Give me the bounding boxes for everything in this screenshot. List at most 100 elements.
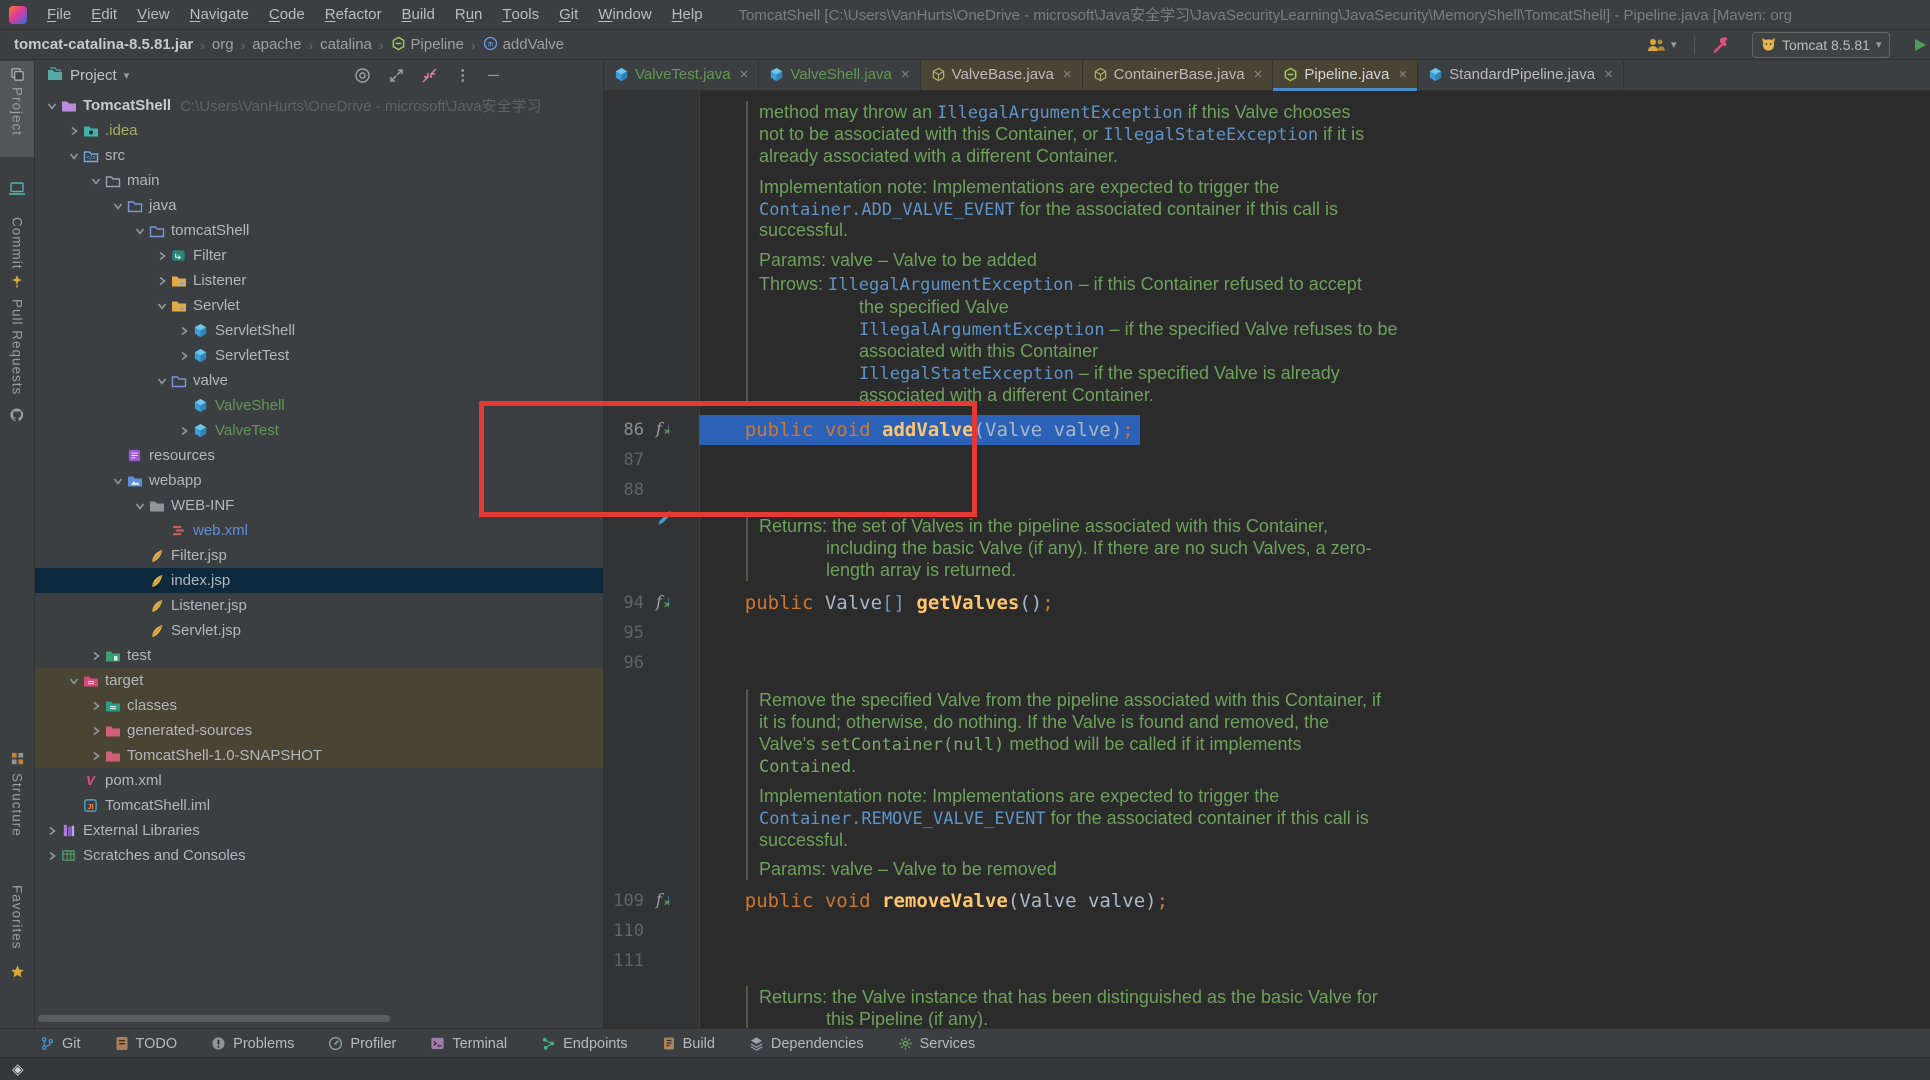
close-icon[interactable]: ×: [740, 67, 749, 82]
structure-icon[interactable]: [0, 751, 34, 766]
tree-item-valve[interactable]: valve: [35, 368, 603, 393]
breadcrumb-jar[interactable]: tomcat-catalina-8.5.81.jar: [14, 36, 193, 53]
chevron-down-icon[interactable]: [131, 498, 148, 513]
menu-help[interactable]: Help: [662, 0, 713, 29]
breadcrumb-package[interactable]: catalina: [320, 36, 372, 53]
tab-pipeline-java[interactable]: Pipeline.java×: [1273, 59, 1418, 90]
chevron-down-icon[interactable]: [109, 198, 126, 213]
tree-item-main[interactable]: main: [35, 168, 603, 193]
chevron-right-icon[interactable]: [87, 748, 104, 763]
toolwindow-button-profiler[interactable]: Profiler: [328, 1036, 396, 1052]
tree-item-webapp[interactable]: webapp: [35, 468, 603, 493]
chevron-down-icon[interactable]: [109, 473, 126, 488]
project-panel-title[interactable]: Project: [70, 67, 117, 84]
chevron-right-icon[interactable]: [87, 698, 104, 713]
tree-item-servlettest[interactable]: ServletTest: [35, 343, 603, 368]
run-button[interactable]: [1912, 30, 1928, 59]
tree-item-filter.jsp[interactable]: Filter.jsp: [35, 543, 603, 568]
chevron-down-icon[interactable]: [153, 298, 170, 313]
breadcrumb-package[interactable]: org: [212, 36, 234, 53]
chevron-right-icon[interactable]: [87, 648, 104, 663]
tool-stripe-pull-requests[interactable]: Pull Requests: [0, 299, 34, 395]
tool-stripe-structure[interactable]: Structure: [0, 773, 34, 837]
tree-item-resources[interactable]: resources: [35, 443, 603, 468]
collapse-all-button[interactable]: [422, 68, 437, 83]
project-tool-icon[interactable]: [0, 67, 34, 82]
tree-item-servlet[interactable]: Servlet: [35, 293, 603, 318]
breadcrumb-class[interactable]: Pipeline: [391, 36, 464, 53]
tree-item-scratches-and-consoles[interactable]: Scratches and Consoles: [35, 843, 603, 868]
tree-item-tomcatshell-1.0-snapshot[interactable]: TomcatShell-1.0-SNAPSHOT: [35, 743, 603, 768]
tab-standardpipeline-java[interactable]: StandardPipeline.java×: [1418, 59, 1624, 90]
tree-item-generated-sources[interactable]: generated-sources: [35, 718, 603, 743]
tab-valvetest-java[interactable]: ValveTest.java×: [604, 59, 759, 90]
menu-code[interactable]: Code: [259, 0, 315, 29]
toolwindow-button-endpoints[interactable]: Endpoints: [541, 1036, 628, 1052]
tree-item-listener.jsp[interactable]: Listener.jsp: [35, 593, 603, 618]
favorites-star-icon[interactable]: [0, 964, 34, 979]
chevron-right-icon[interactable]: [175, 423, 192, 438]
chevron-right-icon[interactable]: [153, 248, 170, 263]
chevron-right-icon[interactable]: [43, 848, 60, 863]
chevron-right-icon[interactable]: [87, 723, 104, 738]
chevron-right-icon[interactable]: [175, 323, 192, 338]
tree-item-test[interactable]: test: [35, 643, 603, 668]
laptop-icon[interactable]: [0, 181, 34, 196]
chevron-down-icon[interactable]: [131, 223, 148, 238]
users-widget[interactable]: ▾: [1646, 30, 1677, 59]
menu-file[interactable]: File: [37, 0, 81, 29]
tool-windows-stack-icon[interactable]: ◈: [12, 1060, 24, 1078]
chevron-down-icon[interactable]: [65, 673, 82, 688]
options-kebab-button[interactable]: ⋮: [455, 66, 470, 84]
tool-stripe-project[interactable]: Project: [0, 87, 34, 136]
build-hammer-button[interactable]: [1712, 30, 1731, 59]
bookmark-icon[interactable]: [0, 274, 34, 288]
chevron-down-icon[interactable]: [65, 148, 82, 163]
tree-item-java[interactable]: java: [35, 193, 603, 218]
tree-item-pom.xml[interactable]: Vpom.xml: [35, 768, 603, 793]
hide-panel-button[interactable]: ─: [488, 67, 499, 84]
toolwindow-button-dependencies[interactable]: Dependencies: [749, 1036, 864, 1052]
toolwindow-button-git[interactable]: Git: [40, 1036, 81, 1052]
run-configuration-select[interactable]: Tomcat 8.5.81 ▾: [1752, 32, 1890, 58]
tree-item-servletshell[interactable]: ServletShell: [35, 318, 603, 343]
tree-item-tomcatshell[interactable]: TomcatShellC:\Users\VanHurts\OneDrive - …: [35, 93, 603, 118]
locate-file-button[interactable]: [354, 67, 371, 84]
tree-item-tomcatshell[interactable]: tomcatShell: [35, 218, 603, 243]
edit-source-pencil-icon[interactable]: [656, 510, 678, 530]
tree-item-src[interactable]: </>src: [35, 143, 603, 168]
menu-window[interactable]: Window: [588, 0, 661, 29]
github-icon[interactable]: [0, 407, 34, 423]
tree-item-servlet.jsp[interactable]: Servlet.jsp: [35, 618, 603, 643]
menu-view[interactable]: View: [127, 0, 180, 29]
menu-git[interactable]: Git: [549, 0, 588, 29]
toolwindow-button-problems[interactable]: Problems: [211, 1036, 294, 1052]
chevron-right-icon[interactable]: [175, 348, 192, 363]
close-icon[interactable]: ×: [1604, 67, 1613, 82]
close-icon[interactable]: ×: [1254, 67, 1263, 82]
menu-run[interactable]: Run: [445, 0, 493, 29]
toolwindow-button-services[interactable]: Services: [898, 1036, 976, 1052]
tree-item-external-libraries[interactable]: External Libraries: [35, 818, 603, 843]
tree-item-.idea[interactable]: .idea: [35, 118, 603, 143]
tab-valvebase-java[interactable]: ValveBase.java×: [921, 59, 1083, 90]
tree-item-filter[interactable]: Filter: [35, 243, 603, 268]
chevron-right-icon[interactable]: [65, 123, 82, 138]
tab-containerbase-java[interactable]: ContainerBase.java×: [1083, 59, 1274, 90]
horizontal-scrollbar[interactable]: [38, 1015, 390, 1022]
close-icon[interactable]: ×: [1063, 67, 1072, 82]
tool-stripe-commit[interactable]: Commit: [0, 217, 34, 270]
tree-item-valvetest[interactable]: ValveTest: [35, 418, 603, 443]
menu-build[interactable]: Build: [391, 0, 444, 29]
tool-stripe-favorites[interactable]: Favorites: [0, 885, 34, 950]
chevron-down-icon[interactable]: [87, 173, 104, 188]
close-icon[interactable]: ×: [901, 67, 910, 82]
toolwindow-button-terminal[interactable]: Terminal: [430, 1036, 507, 1052]
chevron-down-icon[interactable]: [43, 98, 60, 113]
implemented-method-gutter-icon[interactable]: f↓×: [656, 891, 678, 911]
toolwindow-button-build[interactable]: Build: [662, 1036, 715, 1052]
tree-item-classes[interactable]: classes: [35, 693, 603, 718]
implemented-method-gutter-icon[interactable]: f↓×: [656, 593, 678, 613]
tree-item-listener[interactable]: Listener: [35, 268, 603, 293]
tree-item-valveshell[interactable]: ValveShell: [35, 393, 603, 418]
